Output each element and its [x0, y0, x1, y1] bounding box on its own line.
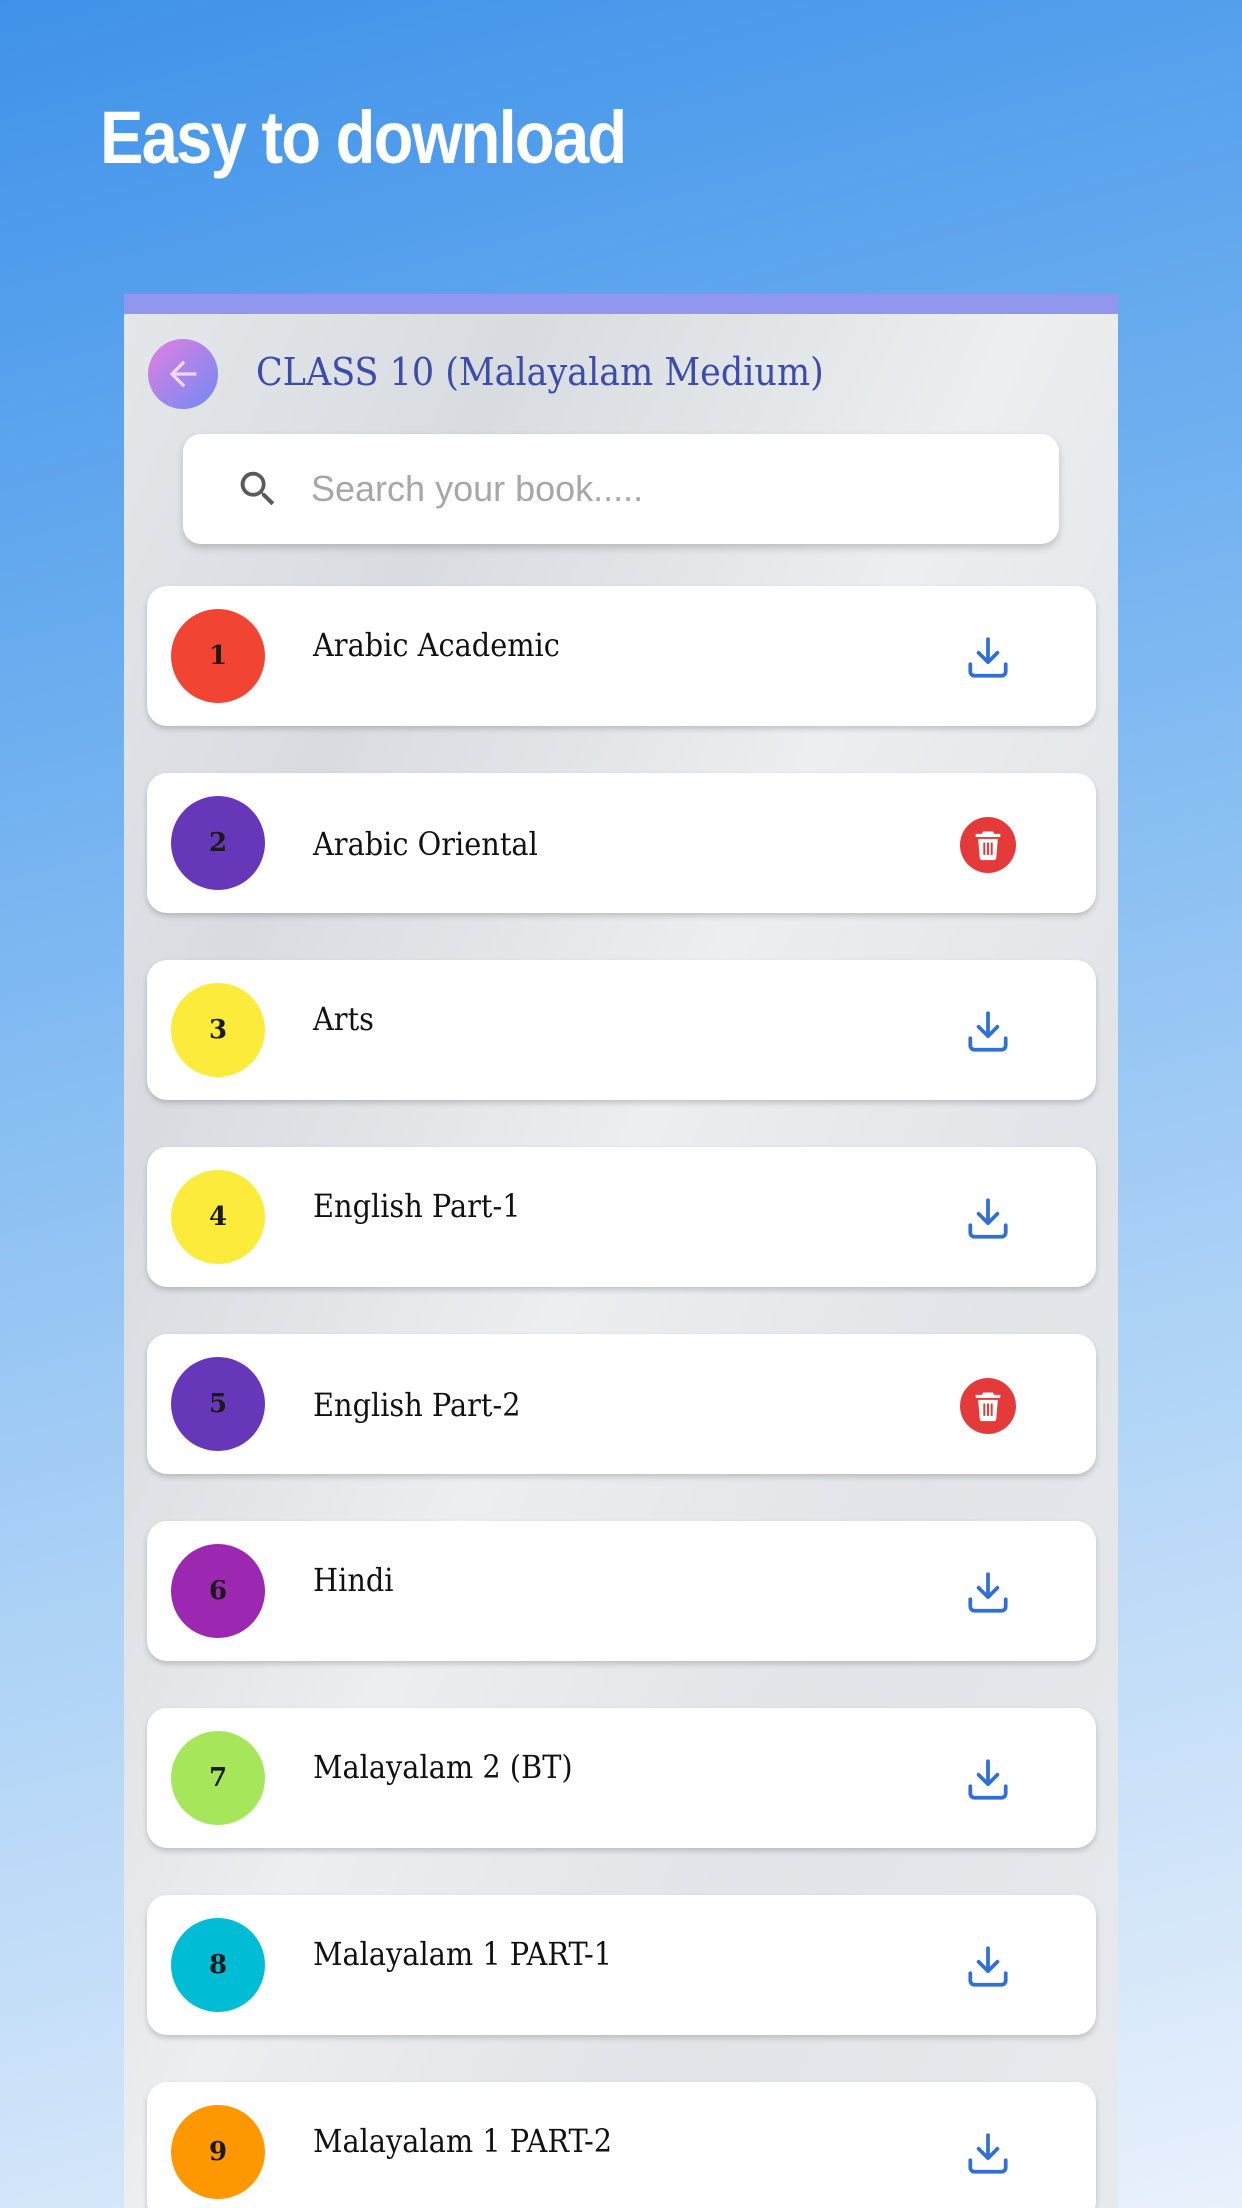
- book-name: Arts: [313, 1000, 374, 1038]
- delete-button[interactable]: [960, 817, 1016, 873]
- download-button[interactable]: [960, 1939, 1016, 1995]
- search-input[interactable]: [311, 468, 931, 510]
- back-button[interactable]: [148, 339, 218, 409]
- book-number-badge: 6: [171, 1544, 265, 1638]
- hero-title: Easy to download: [100, 96, 627, 179]
- download-icon: [968, 1011, 1008, 1052]
- download-button[interactable]: [960, 1191, 1016, 1247]
- book-item[interactable]: 1 Arabic Academic: [147, 586, 1096, 726]
- download-button[interactable]: [960, 2126, 1016, 2182]
- book-item[interactable]: 4 English Part-1: [147, 1147, 1096, 1287]
- book-item[interactable]: 8 Malayalam 1 PART-1: [147, 1895, 1096, 2035]
- book-name: English Part-1: [313, 1187, 521, 1225]
- book-number-badge: 4: [171, 1170, 265, 1264]
- delete-button-bg: [960, 1378, 1016, 1434]
- book-item[interactable]: 7 Malayalam 2 (BT): [147, 1708, 1096, 1848]
- download-button[interactable]: [960, 1752, 1016, 1808]
- book-number-badge: 3: [171, 983, 265, 1077]
- book-name: Malayalam 1 PART-1: [313, 1935, 613, 1973]
- download-button[interactable]: [960, 1565, 1016, 1621]
- trash-icon: [975, 831, 1001, 861]
- download-button[interactable]: [960, 630, 1016, 686]
- book-item[interactable]: 5 English Part-2: [147, 1334, 1096, 1474]
- page-title: CLASS 10 (Malayalam Medium): [256, 350, 824, 394]
- book-item[interactable]: 9 Malayalam 1 PART-2: [147, 2082, 1096, 2208]
- download-icon: [968, 1572, 1008, 1613]
- app-screen: CLASS 10 (Malayalam Medium) 1 Arabic Acad…: [124, 294, 1118, 2208]
- book-name: Hindi: [313, 1561, 394, 1599]
- book-item[interactable]: 6 Hindi: [147, 1521, 1096, 1661]
- delete-button[interactable]: [960, 1378, 1016, 1434]
- download-icon: [968, 1198, 1008, 1239]
- download-icon: [968, 1946, 1008, 1987]
- book-item[interactable]: 3 Arts: [147, 960, 1096, 1100]
- book-name: Arabic Oriental: [313, 825, 538, 863]
- arrow-left-icon: [169, 360, 197, 388]
- trash-icon: [975, 1392, 1001, 1422]
- download-icon: [968, 2133, 1008, 2174]
- book-name: Malayalam 1 PART-2: [313, 2122, 613, 2160]
- book-name: Arabic Academic: [313, 626, 560, 664]
- search-bar[interactable]: [183, 434, 1059, 544]
- book-number-badge: 5: [171, 1357, 265, 1451]
- download-button[interactable]: [960, 1004, 1016, 1060]
- book-name: English Part-2: [313, 1386, 521, 1424]
- book-number-badge: 2: [171, 796, 265, 890]
- download-icon: [968, 637, 1008, 678]
- book-number-badge: 9: [171, 2105, 265, 2199]
- book-number-badge: 7: [171, 1731, 265, 1825]
- book-item[interactable]: 2 Arabic Oriental: [147, 773, 1096, 913]
- book-number-badge: 8: [171, 1918, 265, 2012]
- delete-button-bg: [960, 817, 1016, 873]
- search-icon: [240, 471, 275, 506]
- download-icon: [968, 1759, 1008, 1800]
- book-number-badge: 1: [171, 609, 265, 703]
- book-name: Malayalam 2 (BT): [313, 1748, 573, 1786]
- status-bar: [124, 294, 1118, 314]
